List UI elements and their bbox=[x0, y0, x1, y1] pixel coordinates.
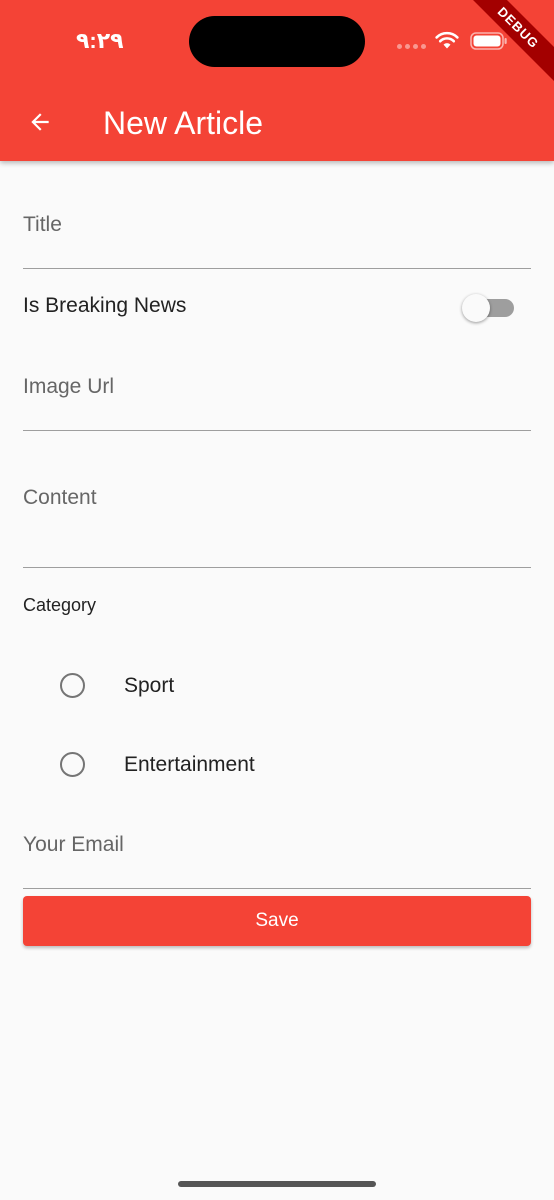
save-button[interactable]: Save bbox=[23, 896, 531, 946]
title-field-label: Title bbox=[23, 213, 62, 236]
back-button[interactable] bbox=[22, 104, 58, 140]
radio-button-sport[interactable] bbox=[60, 673, 85, 698]
breaking-news-label: Is Breaking News bbox=[23, 294, 187, 317]
app-bar: ٩:٢٩ DEBUG New Article bbox=[0, 0, 554, 161]
category-label: Category bbox=[23, 595, 97, 615]
status-time: ٩:٢٩ bbox=[76, 28, 124, 53]
category-option-entertainment[interactable]: Entertainment bbox=[60, 752, 255, 777]
title-field[interactable]: Title bbox=[23, 195, 531, 269]
cellular-signal-icon bbox=[397, 44, 426, 49]
category-option-label: Sport bbox=[124, 673, 175, 697]
email-field-label: Your Email bbox=[23, 833, 124, 856]
image-url-field-label: Image Url bbox=[23, 375, 115, 398]
switch-thumb bbox=[462, 294, 490, 322]
category-option-label: Entertainment bbox=[124, 752, 255, 776]
battery-icon bbox=[470, 32, 507, 50]
content-field[interactable]: Content bbox=[23, 460, 531, 568]
breaking-news-switch[interactable] bbox=[461, 294, 515, 322]
home-indicator bbox=[178, 1181, 376, 1187]
wifi-icon bbox=[435, 31, 459, 49]
radio-button-entertainment[interactable] bbox=[60, 752, 85, 777]
category-option-sport[interactable]: Sport bbox=[60, 673, 174, 698]
email-field[interactable]: Your Email bbox=[23, 815, 531, 889]
image-url-field[interactable]: Image Url bbox=[23, 357, 531, 431]
dynamic-island bbox=[189, 16, 365, 67]
arrow-back-icon bbox=[31, 113, 49, 131]
content-field-label: Content bbox=[23, 486, 97, 509]
page-title: New Article bbox=[103, 105, 264, 141]
